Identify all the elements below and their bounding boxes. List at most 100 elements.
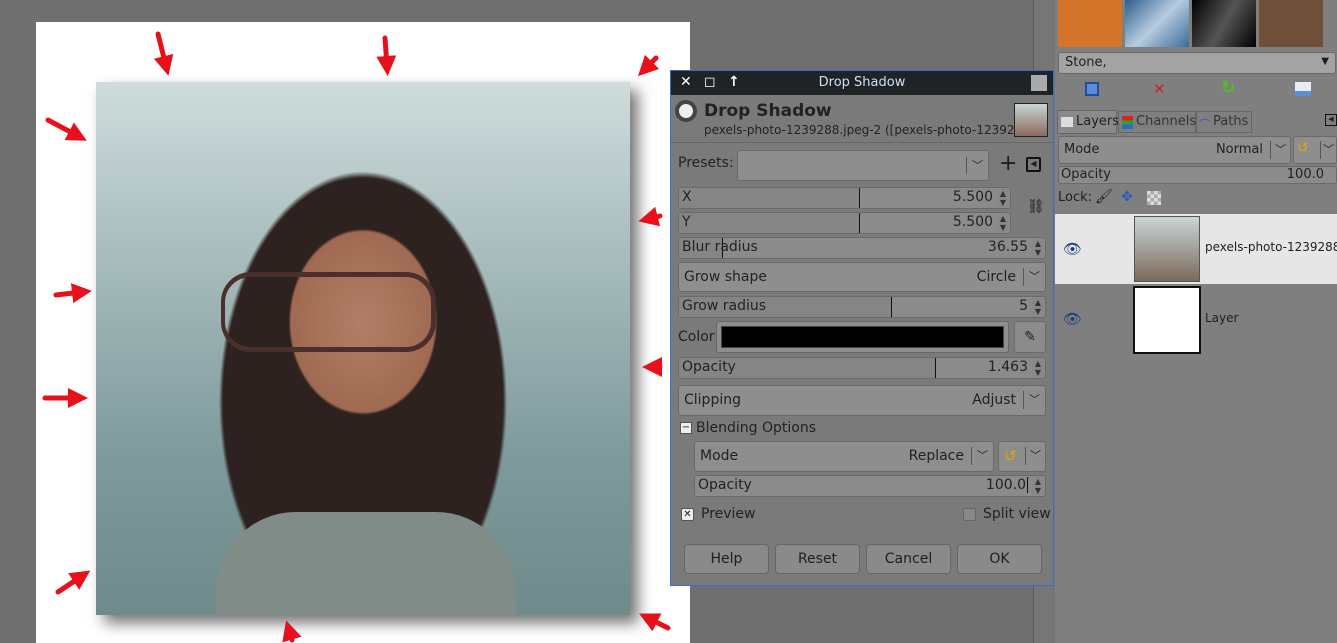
opacity-value: 1.463 xyxy=(987,359,1028,375)
preset-menu-icon[interactable]: ◀ xyxy=(1026,157,1041,172)
lock-label: Lock: xyxy=(1058,190,1093,205)
presets-combo[interactable]: ﹀ xyxy=(737,150,989,181)
pattern-tile[interactable] xyxy=(1192,0,1256,47)
layers-icon xyxy=(1061,117,1073,127)
layers-dock: Stone, ▼ ✕ ↻ Layers Channels ⌒ Paths ◀ M… xyxy=(1055,0,1337,643)
open-icon[interactable] xyxy=(1295,82,1311,96)
chevron-down-icon: ﹀ xyxy=(1025,447,1045,465)
layer-name[interactable]: pexels-photo-1239288.jpeg xyxy=(1205,240,1337,254)
spin-arrows-icon[interactable]: ▲ ▼ xyxy=(997,189,1009,207)
layer-opacity-spin[interactable]: Opacity 100.0 xyxy=(1058,166,1337,184)
pattern-tile[interactable] xyxy=(1058,0,1122,47)
spin-arrows-icon[interactable]: ▲ ▼ xyxy=(997,214,1009,232)
blend-opacity-spin[interactable]: Opacity 100.0 ▲ ▼ xyxy=(694,475,1046,497)
gegl-logo-icon xyxy=(675,100,697,122)
x-value: 5.500 xyxy=(952,189,993,205)
blend-mode-combo[interactable]: Mode Replace ﹀ xyxy=(694,441,994,472)
add-preset-icon[interactable]: + xyxy=(999,151,1017,176)
layer-thumbnail xyxy=(1014,103,1048,137)
clipping-value: Adjust xyxy=(972,392,1016,408)
tab-label: Layers xyxy=(1076,114,1120,129)
blend-opacity-label: Opacity xyxy=(698,477,752,493)
presets-label: Presets: xyxy=(678,155,734,171)
refresh-icon[interactable]: ↻ xyxy=(1221,78,1235,98)
mode-value: Replace xyxy=(908,448,964,464)
grow-radius-value: 5 xyxy=(1019,298,1028,314)
reset-button[interactable]: Reset xyxy=(775,544,860,574)
preview-label: Preview xyxy=(701,506,756,522)
pattern-name: Stone, xyxy=(1065,55,1107,70)
color-label: Color xyxy=(678,329,715,345)
chain-link-icon[interactable]: ⛓ xyxy=(1027,199,1045,215)
chevron-down-icon: ﹀ xyxy=(1023,391,1045,409)
layer-composite-combo[interactable]: ↺ ﹀ xyxy=(1293,136,1337,164)
grow-shape-value: Circle xyxy=(976,269,1016,285)
layer-name[interactable]: Layer xyxy=(1205,311,1238,325)
split-view-checkbox[interactable] xyxy=(963,508,976,521)
dialog-heading: Drop Shadow xyxy=(704,101,832,121)
photo-shirt xyxy=(216,512,516,615)
delete-icon[interactable]: ✕ xyxy=(1153,80,1166,98)
blur-radius-spin[interactable]: Blur radius 36.55 ▲ ▼ xyxy=(678,237,1046,259)
blend-opacity-value: 100.0 xyxy=(985,477,1028,493)
paths-icon: ⌒ xyxy=(1199,118,1210,131)
chevron-down-icon: ﹀ xyxy=(1023,268,1045,286)
blending-options-expander[interactable]: Blending Options xyxy=(696,420,816,436)
mode-label: Mode xyxy=(1064,142,1100,157)
preview-checkbox[interactable]: ✕ xyxy=(681,508,694,521)
tab-layers[interactable]: Layers xyxy=(1057,110,1120,134)
ok-button[interactable]: OK xyxy=(957,544,1042,574)
collapse-icon[interactable]: − xyxy=(680,422,692,434)
mode-value: Normal xyxy=(1215,142,1263,157)
lock-position-icon[interactable]: ✥ xyxy=(1121,189,1133,205)
composite-mode-combo[interactable]: ↺ ﹀ xyxy=(998,441,1046,472)
spin-arrows-icon[interactable]: ▲ ▼ xyxy=(1032,359,1044,377)
tab-label: Channels xyxy=(1136,114,1197,129)
chevron-down-icon: ▼ xyxy=(1321,56,1329,67)
grow-radius-spin[interactable]: Grow radius 5 ▲ ▼ xyxy=(678,296,1046,318)
mode-label: Mode xyxy=(700,448,739,464)
tab-label: Paths xyxy=(1213,114,1249,129)
chevron-down-icon: ﹀ xyxy=(966,157,988,174)
duplicate-icon[interactable] xyxy=(1085,82,1099,96)
opacity-value: 100.0 xyxy=(1286,167,1324,182)
pattern-tile[interactable] xyxy=(1125,0,1189,47)
spin-arrows-icon[interactable]: ▲ ▼ xyxy=(1032,298,1044,316)
color-picker-icon[interactable]: ✎ xyxy=(1014,321,1046,353)
layer-mode-combo[interactable]: Mode Normal ﹀ xyxy=(1058,136,1291,164)
help-button[interactable]: Help xyxy=(684,544,769,574)
photo-glasses xyxy=(221,272,436,352)
layer-row[interactable]: 👁 pexels-photo-1239288.jpeg xyxy=(1055,214,1337,284)
chevron-down-icon: ﹀ xyxy=(1320,141,1336,159)
spin-arrows-icon[interactable]: ▲ ▼ xyxy=(1032,239,1044,257)
color-button[interactable] xyxy=(716,321,1009,353)
dialog-titlebar[interactable]: ✕ ◻ ↑ Drop Shadow xyxy=(671,71,1053,95)
grow-shape-combo[interactable]: Grow shape Circle ﹀ xyxy=(678,262,1046,292)
tab-channels[interactable]: Channels xyxy=(1118,111,1196,133)
layer-row[interactable]: 👁 Layer xyxy=(1055,284,1337,354)
pattern-tile[interactable] xyxy=(1259,0,1323,47)
opacity-label: Opacity xyxy=(1061,167,1112,182)
opacity-spin[interactable]: Opacity 1.463 ▲ ▼ xyxy=(678,357,1046,379)
cancel-button[interactable]: Cancel xyxy=(866,544,951,574)
lock-alpha-icon[interactable] xyxy=(1147,191,1161,205)
clipping-label: Clipping xyxy=(684,392,741,408)
lock-pixels-icon[interactable]: 🖌 xyxy=(1095,189,1113,205)
y-offset-spin[interactable]: Y 5.500 ▲ ▼ xyxy=(678,212,1011,234)
color-swatch xyxy=(721,326,1004,348)
panel-menu-icon[interactable]: ◀ xyxy=(1325,114,1337,126)
eye-icon[interactable]: 👁 xyxy=(1063,240,1082,258)
split-view-label: Split view xyxy=(983,506,1051,522)
pattern-name-field[interactable]: Stone, ▼ xyxy=(1058,52,1336,74)
x-offset-spin[interactable]: X 5.500 ▲ ▼ xyxy=(678,187,1011,209)
window-title: Drop Shadow xyxy=(818,75,906,90)
layer-thumbnail xyxy=(1134,216,1200,282)
tab-paths[interactable]: ⌒ Paths xyxy=(1196,111,1252,133)
eye-icon[interactable]: 👁 xyxy=(1063,310,1082,328)
photo-layer xyxy=(96,82,630,615)
chevron-down-icon: ﹀ xyxy=(971,447,993,465)
spin-arrows-icon[interactable]: ▲ ▼ xyxy=(1032,477,1044,495)
channels-icon xyxy=(1122,116,1133,129)
clipping-combo[interactable]: Clipping Adjust ﹀ xyxy=(678,385,1046,416)
blur-label: Blur radius xyxy=(682,239,758,255)
